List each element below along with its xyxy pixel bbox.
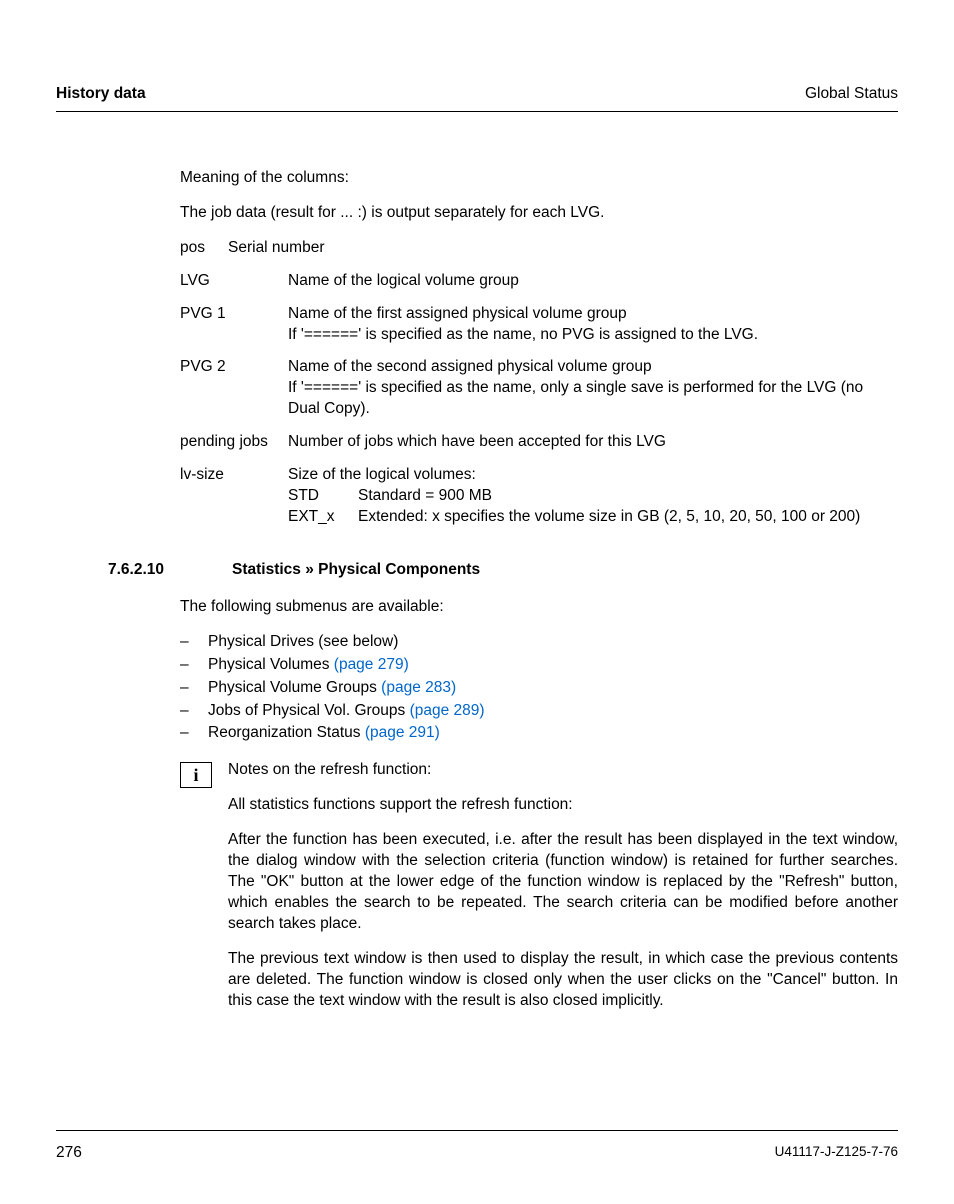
bullet-text: Jobs of Physical Vol. Groups (page 289) xyxy=(208,701,898,722)
bullet-dash-icon: – xyxy=(180,723,208,744)
lvsize-std: STD Standard = 900 MB xyxy=(288,486,898,507)
def-term: PVG 2 xyxy=(180,357,288,378)
body-content: Meaning of the columns: The job data (re… xyxy=(180,168,898,528)
doc-id: U41117-J-Z125-7-76 xyxy=(775,1143,898,1164)
inner-term: STD xyxy=(288,486,358,507)
def-term: pos xyxy=(180,238,228,259)
info-paragraph: The previous text window is then used to… xyxy=(228,949,898,1012)
def-desc: Name of the first assigned physical volu… xyxy=(288,304,898,346)
lvsize-intro: Size of the logical volumes: xyxy=(288,465,898,486)
list-item: – Physical Volume Groups (page 283) xyxy=(180,678,898,699)
bullet-text: Physical Volumes (page 279) xyxy=(208,655,898,676)
inner-desc: Standard = 900 MB xyxy=(358,486,898,507)
def-desc: Name of the logical volume group xyxy=(288,271,898,292)
section-title: Statistics » Physical Components xyxy=(232,560,480,581)
def-term: lv-size xyxy=(180,465,288,486)
submenus-intro: The following submenus are available: xyxy=(180,597,898,618)
list-item: – Jobs of Physical Vol. Groups (page 289… xyxy=(180,701,898,722)
list-item: – Reorganization Status (page 291) xyxy=(180,723,898,744)
info-note: i Notes on the refresh function: All sta… xyxy=(180,760,898,1025)
def-pos: pos Serial number xyxy=(180,238,898,259)
bullet-dash-icon: – xyxy=(180,678,208,699)
def-term: LVG xyxy=(180,271,288,292)
info-heading: Notes on the refresh function: xyxy=(228,760,898,781)
bullet-text: Reorganization Status (page 291) xyxy=(208,723,898,744)
page-link[interactable]: (page 291) xyxy=(365,724,440,741)
page-link[interactable]: (page 279) xyxy=(334,656,409,673)
section-number: 7.6.2.10 xyxy=(108,560,232,581)
lvsize-ext: EXT_x Extended: x specifies the volume s… xyxy=(288,507,898,528)
inner-desc: Extended: x specifies the volume size in… xyxy=(358,507,898,528)
bullet-text: Physical Volume Groups (page 283) xyxy=(208,678,898,699)
page-number: 276 xyxy=(56,1143,82,1164)
running-header: History data Global Status xyxy=(56,84,898,112)
info-paragraph: After the function has been executed, i.… xyxy=(228,830,898,935)
def-lvsize: lv-size Size of the logical volumes: STD… xyxy=(180,465,898,528)
def-term: PVG 1 xyxy=(180,304,288,325)
def-desc: Size of the logical volumes: STD Standar… xyxy=(288,465,898,528)
submenu-list: – Physical Drives (see below) – Physical… xyxy=(180,632,898,745)
def-desc: Name of the second assigned physical vol… xyxy=(288,357,898,420)
bullet-label: Physical Volume Groups xyxy=(208,679,381,696)
bullet-label: Reorganization Status xyxy=(208,724,365,741)
bullet-dash-icon: – xyxy=(180,701,208,722)
def-pending-jobs: pending jobs Number of jobs which have b… xyxy=(180,432,898,453)
page-link[interactable]: (page 283) xyxy=(381,679,456,696)
def-desc: Number of jobs which have been accepted … xyxy=(288,432,898,453)
list-item: – Physical Volumes (page 279) xyxy=(180,655,898,676)
list-item: – Physical Drives (see below) xyxy=(180,632,898,653)
info-text: Notes on the refresh function: All stati… xyxy=(228,760,898,1025)
section-body: The following submenus are available: – … xyxy=(180,597,898,745)
bullet-dash-icon: – xyxy=(180,632,208,653)
def-lvg: LVG Name of the logical volume group xyxy=(180,271,898,292)
page-link[interactable]: (page 289) xyxy=(410,702,485,719)
bullet-label: Physical Volumes xyxy=(208,656,334,673)
bullet-text: Physical Drives (see below) xyxy=(208,632,898,653)
header-left: History data xyxy=(56,84,146,105)
header-right: Global Status xyxy=(805,84,898,105)
bullet-dash-icon: – xyxy=(180,655,208,676)
def-term: pending jobs xyxy=(180,432,288,453)
columns-meaning: Meaning of the columns: xyxy=(180,168,898,189)
def-pvg1: PVG 1 Name of the first assigned physica… xyxy=(180,304,898,346)
page-footer: 276 U41117-J-Z125-7-76 xyxy=(56,1130,898,1164)
bullet-label: Jobs of Physical Vol. Groups xyxy=(208,702,410,719)
inner-term: EXT_x xyxy=(288,507,358,528)
column-definitions: pos Serial number LVG Name of the logica… xyxy=(180,238,898,528)
def-pvg2: PVG 2 Name of the second assigned physic… xyxy=(180,357,898,420)
def-desc: Serial number xyxy=(228,238,898,259)
info-subheading: All statistics functions support the ref… xyxy=(228,795,898,816)
jobdata-note: The job data (result for ... :) is outpu… xyxy=(180,203,898,224)
section-heading: 7.6.2.10 Statistics » Physical Component… xyxy=(56,560,898,581)
info-icon: i xyxy=(180,762,212,788)
